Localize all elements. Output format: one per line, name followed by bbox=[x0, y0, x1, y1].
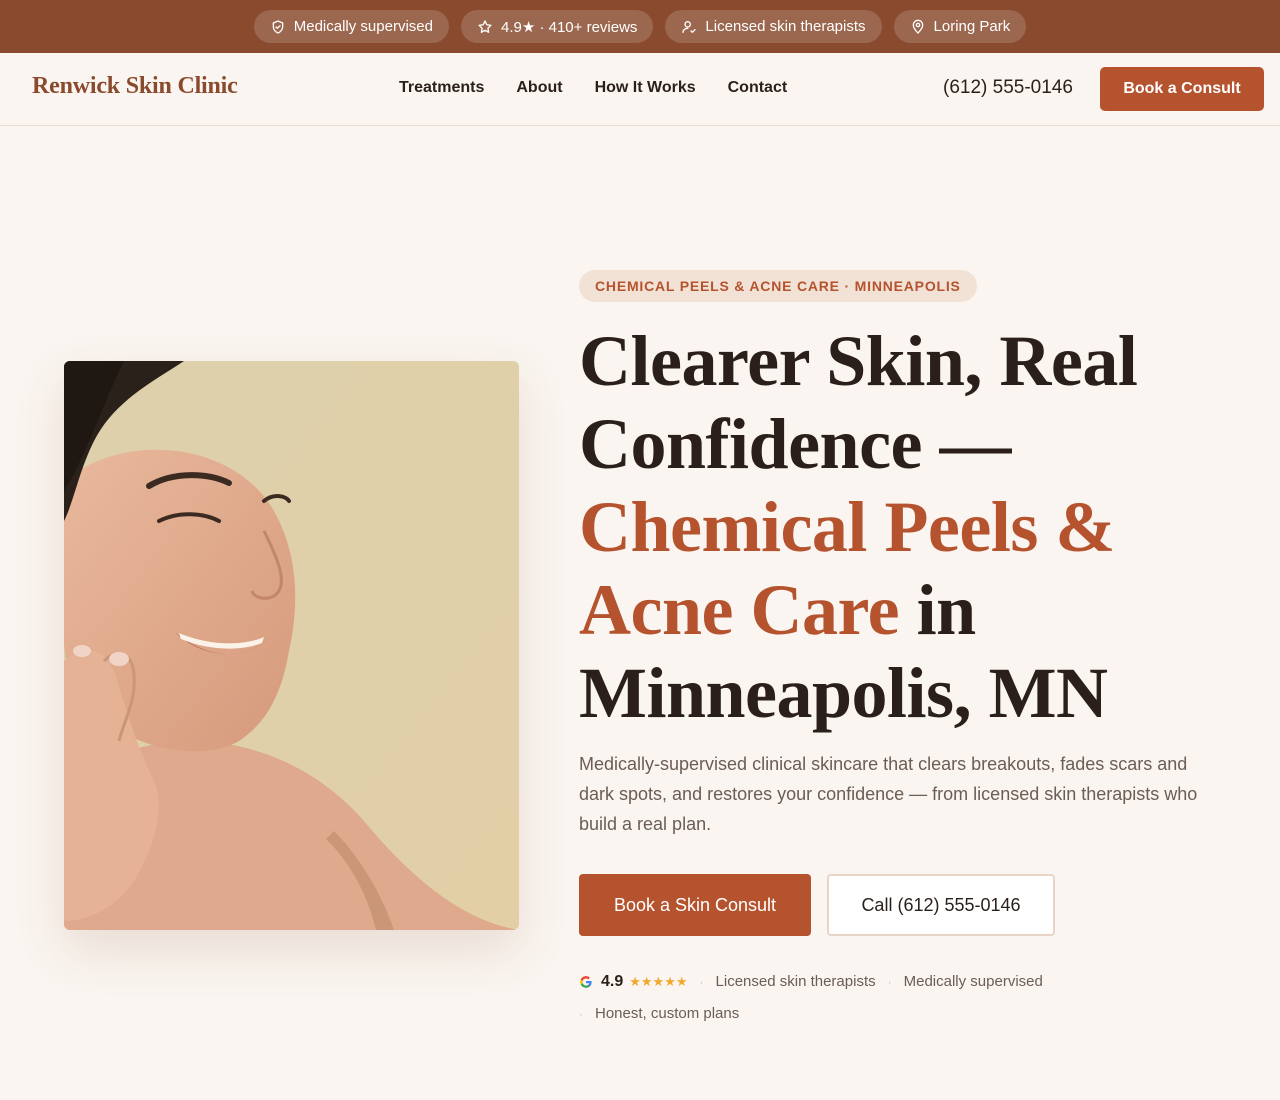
star-icon bbox=[478, 19, 492, 33]
trust-pill-label: Loring Park bbox=[933, 18, 1011, 35]
shield-icon bbox=[272, 19, 284, 34]
headline-accent: Chemical Peels & Acne Care bbox=[579, 487, 1115, 650]
clinic-logo[interactable]: Renwick Skin Clinic bbox=[32, 73, 238, 100]
trust-pill-label: Medically supervised bbox=[293, 18, 433, 35]
rating-value: 4.9 bbox=[601, 973, 624, 990]
hero-description: Medically-supervised clinical skincare t… bbox=[579, 754, 1198, 834]
nav-link-about[interactable]: About bbox=[516, 79, 562, 97]
nav-link-how-it-works[interactable]: How It Works bbox=[595, 79, 696, 97]
trust-item: Licensed skin therapists bbox=[715, 973, 876, 990]
site-header: Renwick Skin Clinic Treatments About How… bbox=[0, 53, 1280, 126]
separator-dot: · bbox=[699, 975, 704, 989]
book-consult-button[interactable]: Book a Consult bbox=[1100, 67, 1264, 111]
announcement-bar: Medically supervised 4.9★ · 410+ reviews… bbox=[0, 0, 1280, 53]
rating-stars: ★★★★★ bbox=[629, 974, 688, 989]
trust-item: Honest, custom plans bbox=[595, 1005, 740, 1022]
book-skin-consult-button[interactable]: Book a Skin Consult bbox=[579, 874, 811, 936]
trust-pill-label: 4.9★ · 410+ reviews bbox=[500, 18, 638, 36]
trust-pill-label: Licensed skin therapists bbox=[705, 18, 866, 35]
nav-link-contact[interactable]: Contact bbox=[728, 79, 788, 97]
hero-headline: Clearer Skin, Real Confidence — Chemical… bbox=[579, 320, 1219, 735]
google-icon bbox=[580, 976, 592, 988]
trust-pill-supervised: Medically supervised bbox=[253, 10, 449, 43]
hero-eyebrow-badge: CHEMICAL PEELS & ACNE CARE · MINNEAPOLIS bbox=[579, 270, 977, 302]
trust-pill-reviews: 4.9★ · 410+ reviews bbox=[460, 10, 654, 43]
trust-pill-location: Loring Park bbox=[893, 10, 1027, 43]
user-check-icon bbox=[682, 20, 697, 33]
header-phone-link[interactable]: (612) 555-0146 bbox=[943, 77, 1073, 99]
nav-link-treatments[interactable]: Treatments bbox=[399, 79, 484, 97]
map-pin-icon bbox=[912, 19, 923, 34]
trust-item: Medically supervised bbox=[903, 973, 1043, 990]
hero-photo bbox=[64, 361, 519, 930]
trust-row: 4.9 ★★★★★ · Licensed skin therapists · M… bbox=[579, 966, 1219, 1030]
call-phone-button[interactable]: Call (612) 555-0146 bbox=[827, 874, 1055, 936]
trust-pill-therapists: Licensed skin therapists bbox=[665, 10, 882, 43]
headline-part-1: Clearer Skin, Real Confidence — bbox=[579, 321, 1138, 484]
main-nav: Treatments About How It Works Contact bbox=[399, 79, 787, 97]
separator-dot: · bbox=[887, 975, 892, 989]
separator-dot: · bbox=[579, 1007, 583, 1021]
